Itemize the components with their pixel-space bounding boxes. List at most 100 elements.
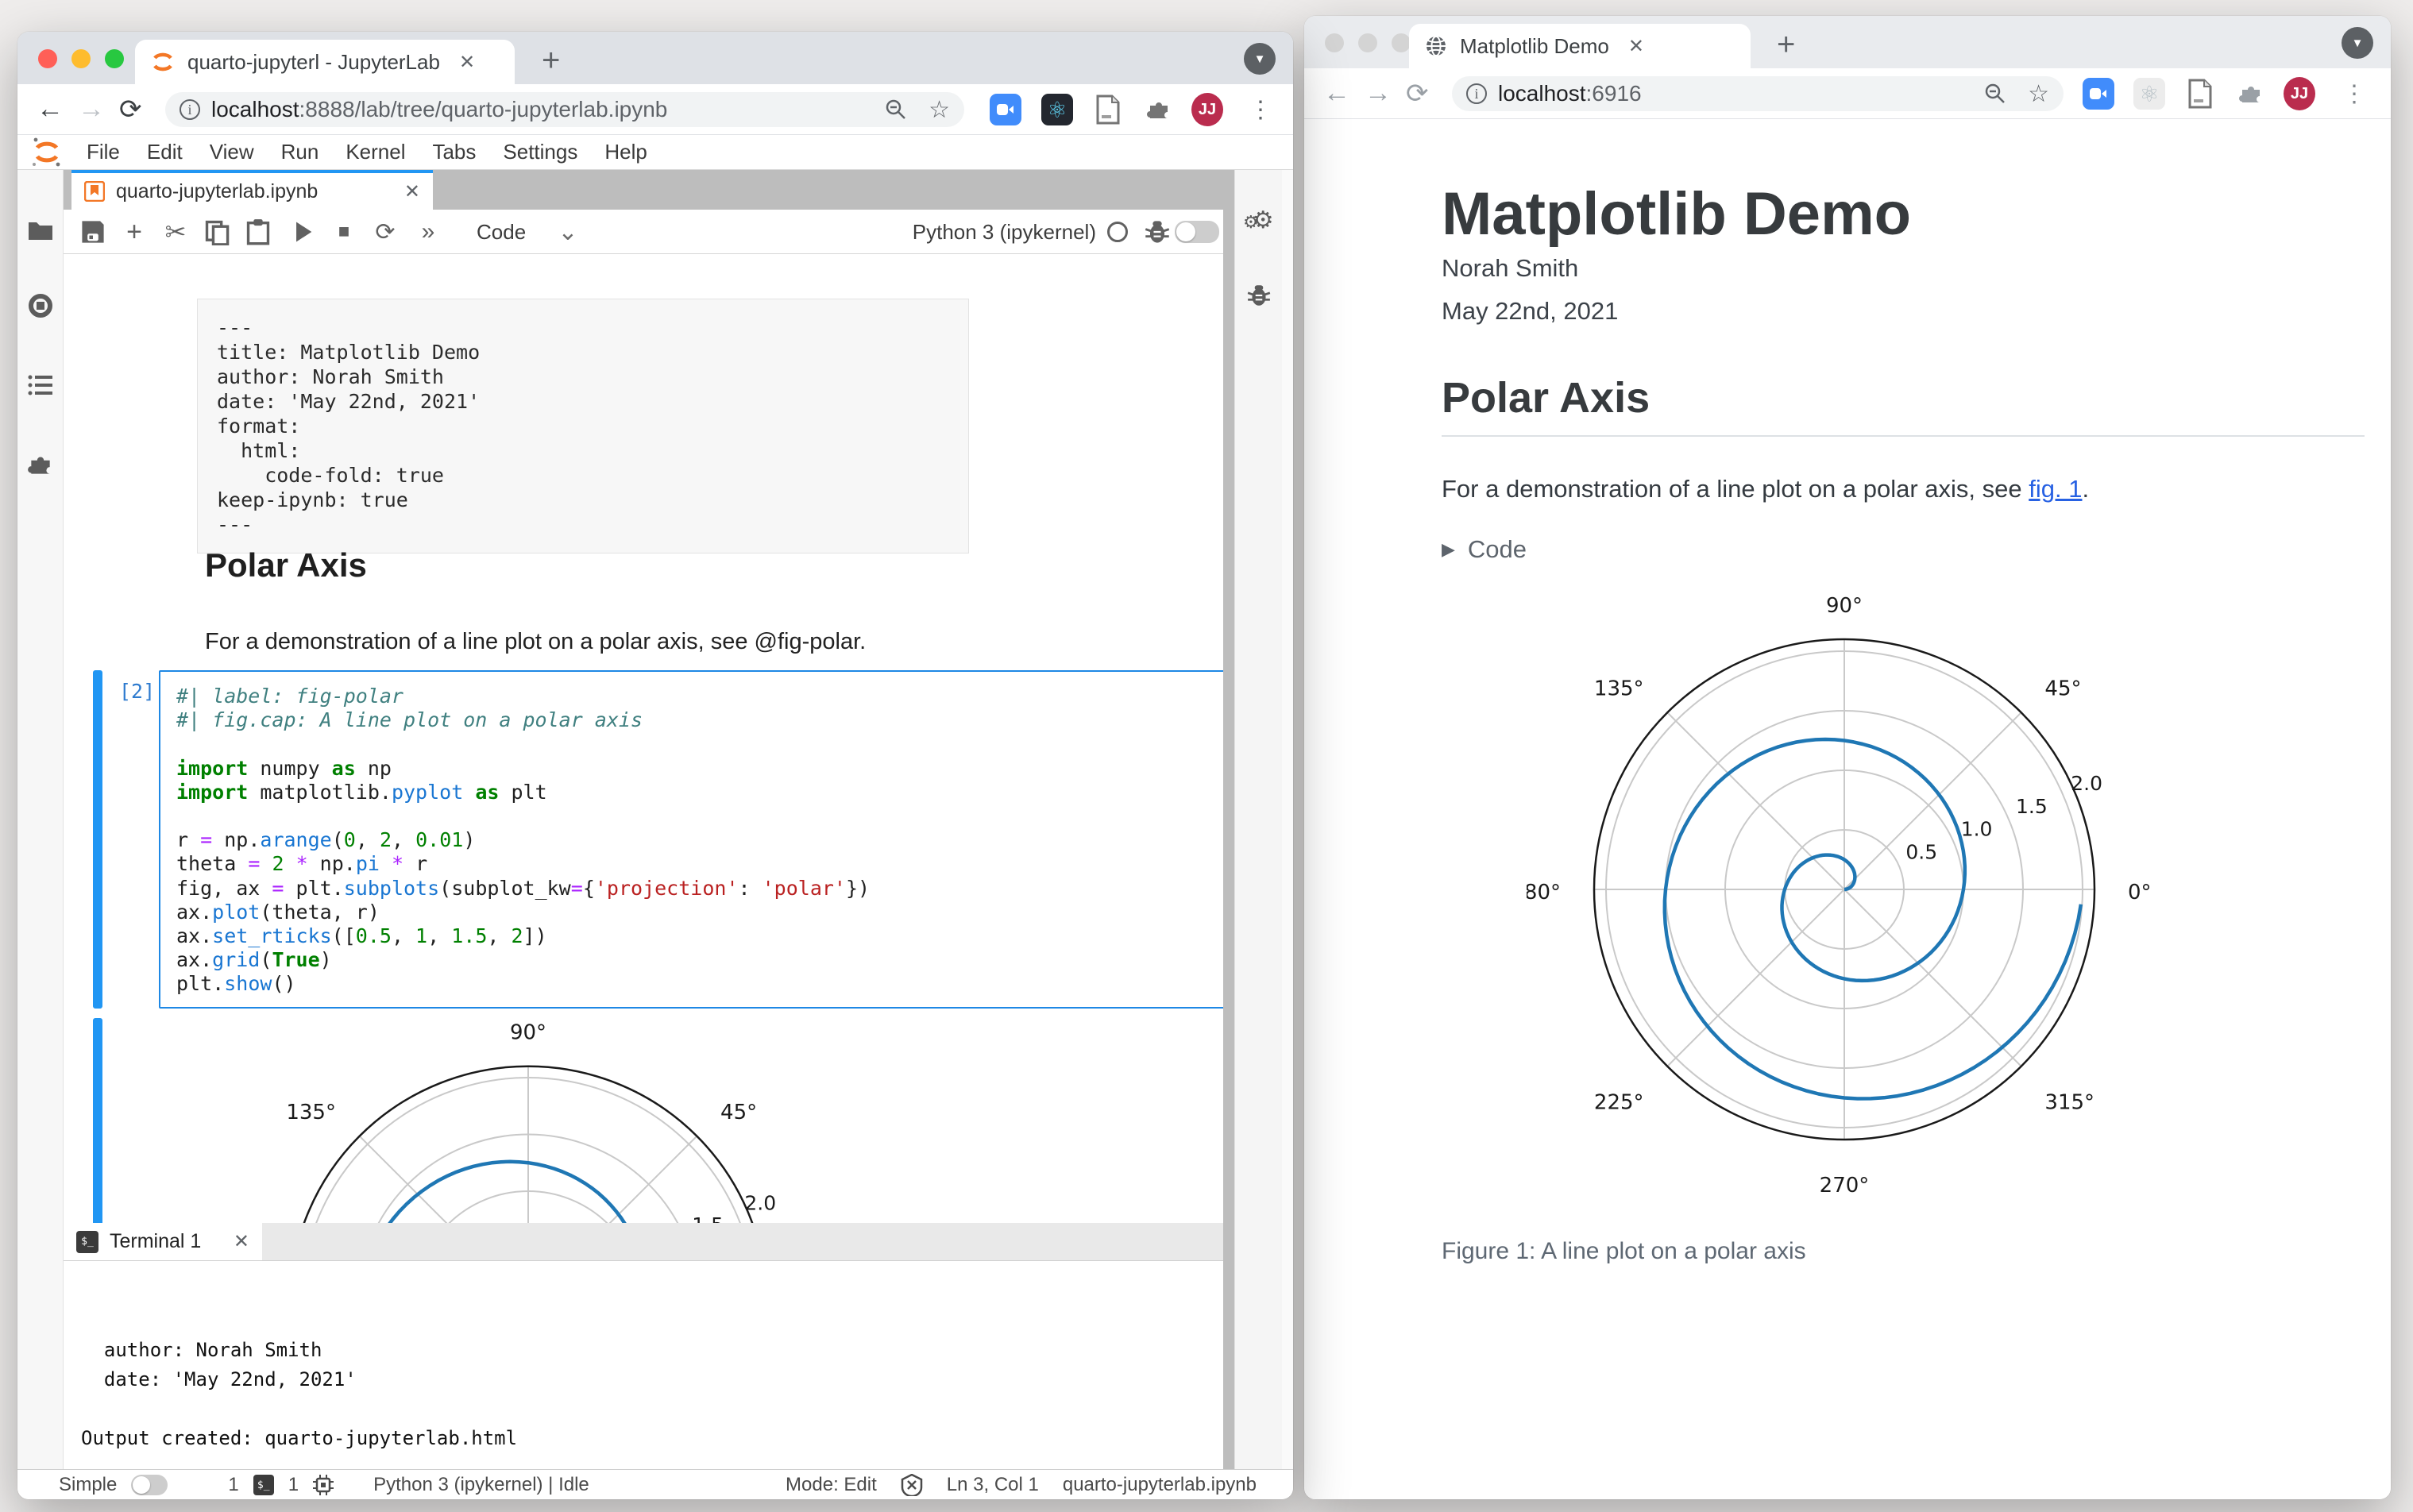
extensions-puzzle-icon[interactable] [1143, 94, 1175, 125]
zoom-out-page-icon[interactable] [884, 98, 908, 122]
new-tab-button[interactable]: + [542, 43, 560, 79]
menu-edit[interactable]: Edit [133, 140, 196, 164]
extension-manager-icon[interactable] [26, 450, 55, 479]
browser-menu-icon[interactable]: ⋮ [1245, 94, 1276, 125]
simple-mode-toggle[interactable] [131, 1475, 168, 1495]
profile-avatar[interactable]: JJ [1191, 93, 1223, 126]
menu-file[interactable]: File [73, 140, 133, 164]
site-info-icon[interactable]: i [1466, 83, 1487, 104]
stop-kernel-icon[interactable]: ■ [330, 218, 357, 245]
react-devtools-extension-icon[interactable]: ⚛ [1041, 94, 1073, 125]
bookmark-star-icon[interactable]: ☆ [929, 96, 950, 124]
run-cell-icon[interactable] [289, 218, 316, 245]
document-extension-icon[interactable] [1092, 94, 1124, 125]
back-icon[interactable]: ← [1323, 78, 1350, 109]
forward-icon[interactable]: → [1365, 78, 1392, 109]
react-devtools-extension-icon[interactable]: ⚛ [2133, 78, 2165, 110]
svg-text:270°: 270° [1820, 1174, 1870, 1198]
url-text[interactable]: localhost:6916 [1498, 81, 1963, 106]
jupyterlab-body: quarto-jupyterlab.ipynb ✕ + ✂ ■ ⟳ » Code… [17, 170, 1293, 1499]
minimize-window-button[interactable] [71, 49, 91, 68]
window-controls[interactable] [1325, 33, 1411, 52]
extensions-puzzle-icon[interactable] [2235, 78, 2267, 110]
kernel-status-text[interactable]: Python 3 (ipykernel) | Idle [373, 1474, 589, 1496]
maximize-window-button[interactable] [105, 49, 124, 68]
bookmark-star-icon[interactable]: ☆ [2028, 80, 2049, 108]
back-icon[interactable]: ← [37, 94, 64, 125]
terminal-status-icon[interactable]: $_ [253, 1475, 274, 1495]
close-terminal-tab-icon[interactable]: ✕ [234, 1230, 249, 1253]
debugger-toggle[interactable] [1174, 218, 1220, 245]
jupyter-favicon [153, 52, 172, 71]
close-tab-icon[interactable]: ✕ [1628, 35, 1644, 58]
terminal-output[interactable]: author: Norah Smith date: 'May 22nd, 202… [64, 1261, 1223, 1499]
menu-view[interactable]: View [196, 140, 268, 164]
menu-settings[interactable]: Settings [489, 140, 591, 164]
browser-menu-icon[interactable]: ⋮ [2338, 78, 2370, 110]
menu-kernel[interactable]: Kernel [332, 140, 419, 164]
address-bar[interactable]: i localhost:8888/lab/tree/quarto-jupyter… [165, 92, 964, 127]
save-icon[interactable] [79, 218, 106, 245]
maximize-window-button[interactable] [1392, 33, 1411, 52]
document-extension-icon[interactable] [2184, 78, 2216, 110]
kernel-chip-icon[interactable] [313, 1475, 334, 1495]
kernel-name-button[interactable]: Python 3 (ipykernel) [913, 218, 1096, 245]
code-fold-disclosure[interactable]: ▶ Code [1442, 535, 2343, 564]
restart-run-all-icon[interactable]: » [413, 218, 440, 245]
debugger-sidebar-icon[interactable] [1246, 283, 1272, 308]
zoom-extension-icon[interactable] [2083, 78, 2114, 110]
new-tab-button[interactable]: + [1777, 27, 1795, 63]
property-inspector-gears-icon[interactable]: ⚙⚙ [1243, 206, 1274, 234]
notebook-tab[interactable]: quarto-jupyterlab.ipynb ✕ [71, 170, 433, 210]
reload-icon[interactable]: ⟳ [119, 94, 142, 125]
code-fold-label[interactable]: Code [1468, 535, 1527, 564]
mode-indicator[interactable]: Mode: Edit [786, 1474, 877, 1496]
close-notebook-tab-icon[interactable]: ✕ [404, 180, 420, 203]
figure-link[interactable]: fig. 1 [2029, 475, 2082, 503]
forward-icon[interactable]: → [78, 94, 105, 125]
table-of-contents-icon[interactable] [26, 371, 55, 399]
close-window-button[interactable] [38, 49, 57, 68]
terminal-tab[interactable]: $_ Terminal 1 ✕ [64, 1223, 262, 1260]
address-bar[interactable]: i localhost:6916 ☆ [1452, 76, 2064, 111]
minimize-window-button[interactable] [1358, 33, 1377, 52]
reload-icon[interactable]: ⟳ [1406, 78, 1429, 110]
site-info-icon[interactable]: i [180, 99, 200, 120]
paste-cell-icon[interactable] [245, 218, 272, 245]
kernel-status-icon[interactable] [1104, 218, 1131, 245]
cut-cell-icon[interactable]: ✂ [162, 218, 189, 246]
menu-tabs[interactable]: Tabs [419, 140, 489, 164]
tab-search-button[interactable]: ▼ [1244, 43, 1276, 75]
cursor-position[interactable]: Ln 3, Col 1 [947, 1474, 1039, 1496]
add-cell-icon[interactable]: + [121, 217, 148, 247]
yaml-cell-editor[interactable]: --- title: Matplotlib Demo author: Norah S… [197, 299, 969, 554]
running-sessions-icon[interactable] [26, 291, 55, 320]
cell-type-chevron-icon[interactable]: ⌄ [554, 218, 581, 245]
file-browser-icon[interactable] [26, 216, 55, 245]
browser-tab[interactable]: quarto-jupyterl - JupyterLab ✕ [135, 40, 515, 84]
browser-tab[interactable]: Matplotlib Demo ✕ [1409, 24, 1751, 68]
copy-cell-icon[interactable] [203, 218, 230, 245]
cell-type-dropdown[interactable]: Code [477, 218, 526, 245]
profile-avatar[interactable]: JJ [2284, 77, 2315, 110]
restart-kernel-icon[interactable]: ⟳ [372, 218, 399, 245]
menu-help[interactable]: Help [591, 140, 660, 164]
menu-run[interactable]: Run [268, 140, 333, 164]
svg-text:2.0: 2.0 [744, 1192, 776, 1215]
accessibility-shield-icon[interactable] [901, 1474, 923, 1496]
tab-search-button[interactable]: ▼ [2342, 27, 2373, 59]
notebook-scroll-area[interactable]: --- title: Matplotlib Demo author: Norah S… [64, 254, 1223, 1223]
disclosure-triangle-icon[interactable]: ▶ [1442, 539, 1455, 560]
close-tab-icon[interactable]: ✕ [459, 51, 475, 74]
code-cell-editor[interactable]: #| label: fig-polar #| fig.cap: A line pl… [159, 670, 1223, 1009]
url-text[interactable]: localhost:8888/lab/tree/quarto-jupyterla… [211, 97, 863, 122]
zoom-out-page-icon[interactable] [1983, 82, 2007, 106]
output-collapser[interactable] [93, 1018, 102, 1223]
debugger-icon[interactable] [1144, 218, 1171, 245]
svg-text:0.5: 0.5 [1905, 840, 1937, 863]
input-collapser[interactable] [93, 670, 102, 1009]
zoom-extension-icon[interactable] [990, 94, 1021, 125]
window-controls[interactable] [38, 49, 124, 68]
close-window-button[interactable] [1325, 33, 1344, 52]
svg-text:1.0: 1.0 [1961, 818, 1993, 841]
